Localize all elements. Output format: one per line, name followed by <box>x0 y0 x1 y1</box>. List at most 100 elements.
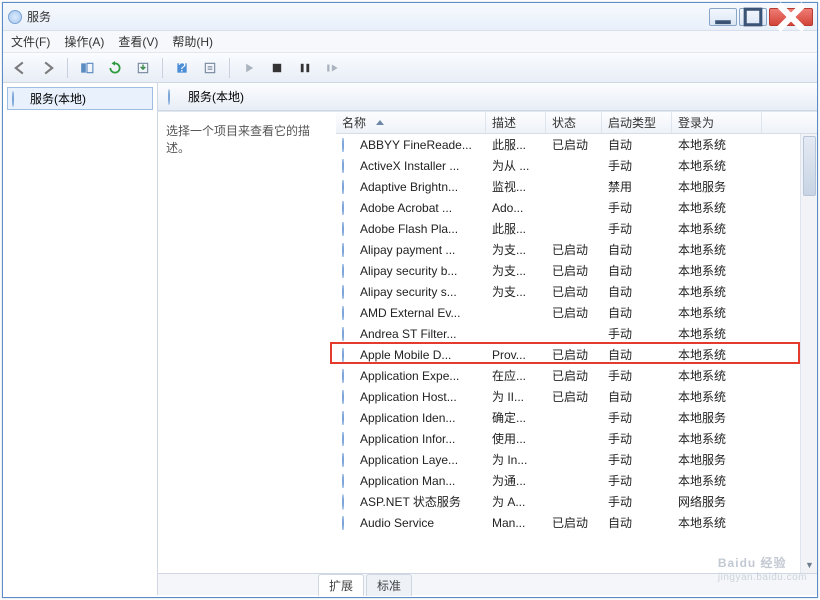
service-name: Application Iden... <box>360 411 455 425</box>
service-icon <box>342 243 356 257</box>
service-status: 已启动 <box>546 283 602 300</box>
table-row[interactable]: Application Iden...确定...手动本地服务 <box>336 407 817 428</box>
pause-service-button[interactable] <box>294 57 316 79</box>
service-status: 已启动 <box>546 241 602 258</box>
svg-text:?: ? <box>178 61 186 75</box>
service-icon <box>342 159 356 173</box>
separator <box>162 58 163 78</box>
vertical-scrollbar[interactable]: ▲ ▼ <box>800 134 817 573</box>
tab-standard[interactable]: 标准 <box>366 574 412 596</box>
service-logon: 本地系统 <box>672 304 762 321</box>
table-row[interactable]: Application Host...为 II...已启动自动本地系统 <box>336 386 817 407</box>
table-row[interactable]: Alipay security s...为支...已启动自动本地系统 <box>336 281 817 302</box>
show-hide-tree-button[interactable] <box>76 57 98 79</box>
table-row[interactable]: ActiveX Installer ...为从 ...手动本地系统 <box>336 155 817 176</box>
service-icon <box>342 180 356 194</box>
service-name: Adaptive Brightn... <box>360 180 458 194</box>
panel-header: 服务(本地) <box>158 83 817 111</box>
table-row[interactable]: Adaptive Brightn...监视...禁用本地服务 <box>336 176 817 197</box>
service-logon: 本地系统 <box>672 262 762 279</box>
service-desc: 为 II... <box>486 388 546 405</box>
service-name: Alipay security s... <box>360 285 457 299</box>
stop-service-button[interactable] <box>266 57 288 79</box>
services-list: 名称 描述 状态 启动类型 登录为 ABBYY FineReade...此服..… <box>336 112 817 573</box>
menu-help[interactable]: 帮助(H) <box>172 33 213 50</box>
table-row[interactable]: ASP.NET 状态服务为 A...手动网络服务 <box>336 491 817 512</box>
service-icon <box>342 411 356 425</box>
start-service-button[interactable] <box>238 57 260 79</box>
scroll-down-icon[interactable]: ▼ <box>801 556 817 573</box>
col-status[interactable]: 状态 <box>546 112 602 133</box>
column-headers: 名称 描述 状态 启动类型 登录为 <box>336 112 817 134</box>
menu-view[interactable]: 查看(V) <box>118 33 158 50</box>
forward-button[interactable] <box>37 57 59 79</box>
service-startup: 自动 <box>602 388 672 405</box>
table-row[interactable]: Application Infor...使用...手动本地系统 <box>336 428 817 449</box>
service-status: 已启动 <box>546 304 602 321</box>
service-logon: 本地系统 <box>672 136 762 153</box>
table-row[interactable]: Adobe Flash Pla...此服...手动本地系统 <box>336 218 817 239</box>
table-row[interactable]: Application Expe...在应...已启动手动本地系统 <box>336 365 817 386</box>
restart-service-button[interactable] <box>322 57 344 79</box>
service-name: Application Host... <box>360 390 457 404</box>
service-logon: 本地系统 <box>672 241 762 258</box>
service-desc: Ado... <box>486 201 546 215</box>
scroll-thumb[interactable] <box>803 136 816 196</box>
properties-button[interactable] <box>199 57 221 79</box>
service-icon <box>342 306 356 320</box>
back-button[interactable] <box>9 57 31 79</box>
service-icon <box>342 327 356 341</box>
service-logon: 网络服务 <box>672 493 762 510</box>
col-startup[interactable]: 启动类型 <box>602 112 672 133</box>
service-desc: 为 In... <box>486 451 546 468</box>
service-icon <box>342 516 356 530</box>
close-button[interactable] <box>769 8 813 26</box>
help-button[interactable]: ? <box>171 57 193 79</box>
service-icon <box>342 453 356 467</box>
service-name: Adobe Flash Pla... <box>360 222 458 236</box>
service-desc: 为 A... <box>486 493 546 510</box>
menubar: 文件(F) 操作(A) 查看(V) 帮助(H) <box>3 31 817 53</box>
service-desc: 使用... <box>486 430 546 447</box>
table-row[interactable]: ABBYY FineReade...此服...已启动自动本地系统 <box>336 134 817 155</box>
col-desc[interactable]: 描述 <box>486 112 546 133</box>
refresh-button[interactable] <box>104 57 126 79</box>
service-logon: 本地系统 <box>672 367 762 384</box>
table-row[interactable]: Application Man...为通...手动本地系统 <box>336 470 817 491</box>
table-row[interactable]: Alipay security b...为支...已启动自动本地系统 <box>336 260 817 281</box>
service-status: 已启动 <box>546 367 602 384</box>
menu-action[interactable]: 操作(A) <box>64 33 104 50</box>
maximize-button[interactable] <box>739 8 767 26</box>
table-row[interactable]: Andrea ST Filter...手动本地系统 <box>336 323 817 344</box>
col-logon[interactable]: 登录为 <box>672 112 762 133</box>
service-startup: 手动 <box>602 220 672 237</box>
separator <box>229 58 230 78</box>
table-row[interactable]: AMD External Ev...已启动自动本地系统 <box>336 302 817 323</box>
menu-file[interactable]: 文件(F) <box>11 33 50 50</box>
table-row[interactable]: Application Laye...为 In...手动本地服务 <box>336 449 817 470</box>
service-logon: 本地系统 <box>672 283 762 300</box>
service-startup: 手动 <box>602 367 672 384</box>
service-desc: Man... <box>486 516 546 530</box>
tab-extended[interactable]: 扩展 <box>318 574 364 596</box>
table-row[interactable]: Audio ServiceMan...已启动自动本地系统 <box>336 512 817 533</box>
toolbar: ? <box>3 53 817 83</box>
titlebar[interactable]: 服务 <box>3 3 817 31</box>
export-button[interactable] <box>132 57 154 79</box>
service-icon <box>342 264 356 278</box>
table-row[interactable]: Adobe Acrobat ...Ado...手动本地系统 <box>336 197 817 218</box>
minimize-button[interactable] <box>709 8 737 26</box>
service-name: Adobe Acrobat ... <box>360 201 452 215</box>
rows-container[interactable]: ABBYY FineReade...此服...已启动自动本地系统ActiveX … <box>336 134 817 573</box>
service-desc: 为支... <box>486 262 546 279</box>
tree-item-label: 服务(本地) <box>30 90 86 107</box>
col-name[interactable]: 名称 <box>336 112 486 133</box>
service-status: 已启动 <box>546 514 602 531</box>
service-name: Andrea ST Filter... <box>360 327 457 341</box>
service-startup: 自动 <box>602 136 672 153</box>
table-row[interactable]: Apple Mobile D...Prov...已启动自动本地系统 <box>336 344 817 365</box>
description-pane: 选择一个项目来查看它的描述。 <box>158 112 336 573</box>
service-icon <box>342 432 356 446</box>
tree-item-services-local[interactable]: 服务(本地) <box>7 87 153 110</box>
table-row[interactable]: Alipay payment ...为支...已启动自动本地系统 <box>336 239 817 260</box>
